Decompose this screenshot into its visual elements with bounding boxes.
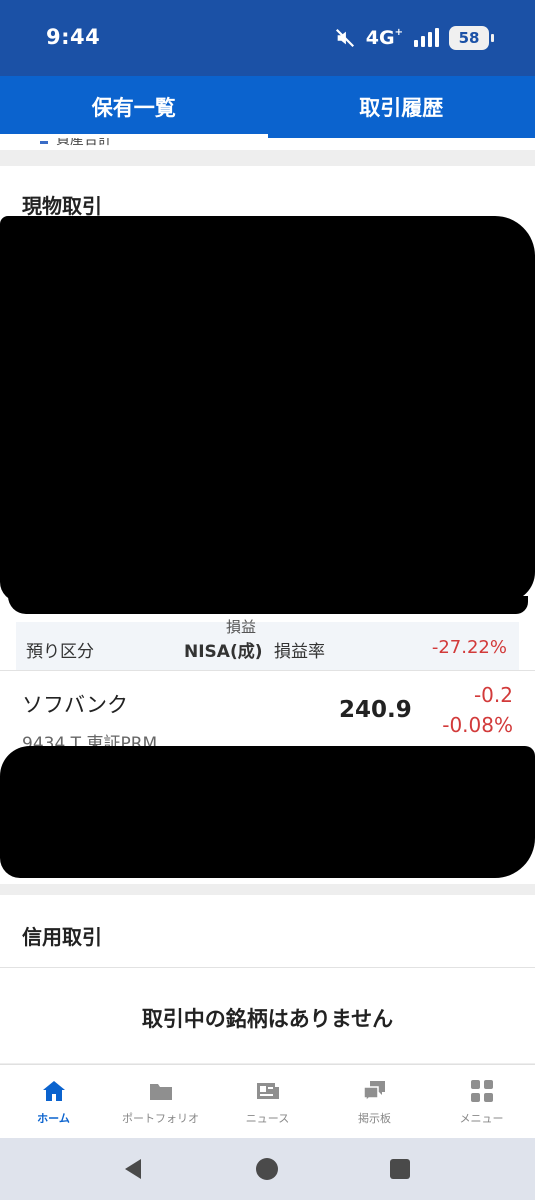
redaction-upper-tail [8,596,528,614]
nav-portfolio[interactable]: ポートフォリオ [107,1065,214,1138]
stock-change-percent: -0.08% [442,713,513,737]
mute-icon [335,28,354,48]
stock-change: -0.2 [473,683,513,707]
nav-news[interactable]: ニュース [214,1065,321,1138]
redaction-upper [0,216,535,602]
profit-rate-label: 損益率 [274,642,325,662]
bottom-nav: ホーム ポートフォリオ ニュース 掲示板 メニュー [0,1064,535,1138]
nav-menu[interactable]: メニュー [428,1065,535,1138]
home-icon [42,1080,65,1101]
nav-label: ニュース [245,1111,290,1125]
profit-loss-label: 損益 [226,618,257,636]
signal-icon [414,28,439,47]
divider [0,967,535,968]
no-positions-message: 取引中の銘柄はありません [141,1007,394,1031]
holding-detail: 損益 預り区分 NISA(成) 損益率 -27.22% [16,618,519,670]
legend-marker [40,141,48,144]
status-time: 9:44 [46,25,101,49]
grid-menu-icon [470,1079,493,1102]
system-nav-bar [0,1138,535,1200]
deposit-type-value: NISA(成) [184,642,263,662]
stock-price: 240.9 [339,697,412,723]
nav-label: 掲示板 [358,1111,391,1125]
nav-home[interactable]: ホーム [0,1065,107,1138]
redaction-lower [0,746,535,878]
recents-icon[interactable] [388,1157,412,1181]
stock-name: ソフバンク [22,693,129,717]
profit-rate-value: -27.22% [431,637,507,658]
tab-holdings[interactable]: 保有一覧 [0,76,268,138]
nav-label: ホーム [37,1111,70,1125]
status-icons: 4G+ 58 [334,24,494,52]
asset-total-legend: 資産合計 [0,138,535,150]
home-circle-icon[interactable] [255,1157,279,1181]
tab-bar: 保有一覧 取引履歴 [0,76,535,138]
chat-bubbles-icon [362,1080,385,1103]
back-icon[interactable] [121,1157,145,1181]
tab-history[interactable]: 取引履歴 [268,76,535,138]
margin-trading-card: 信用取引 取引中の銘柄はありません [0,895,535,1063]
newspaper-icon [256,1082,279,1099]
network-type: 4G+ [365,26,403,49]
battery-icon: 58 [449,26,494,50]
nav-label: ポートフォリオ [122,1111,199,1125]
folder-icon [149,1083,172,1100]
asset-total-label: 資産合計 [56,138,112,148]
margin-trading-title: 信用取引 [22,925,102,949]
deposit-type-label: 預り区分 [26,642,94,662]
status-bar: 9:44 4G+ 58 [0,0,535,76]
spot-trading-title: 現物取引 [22,194,102,218]
nav-board[interactable]: 掲示板 [321,1065,428,1138]
nav-label: メニュー [459,1111,504,1125]
